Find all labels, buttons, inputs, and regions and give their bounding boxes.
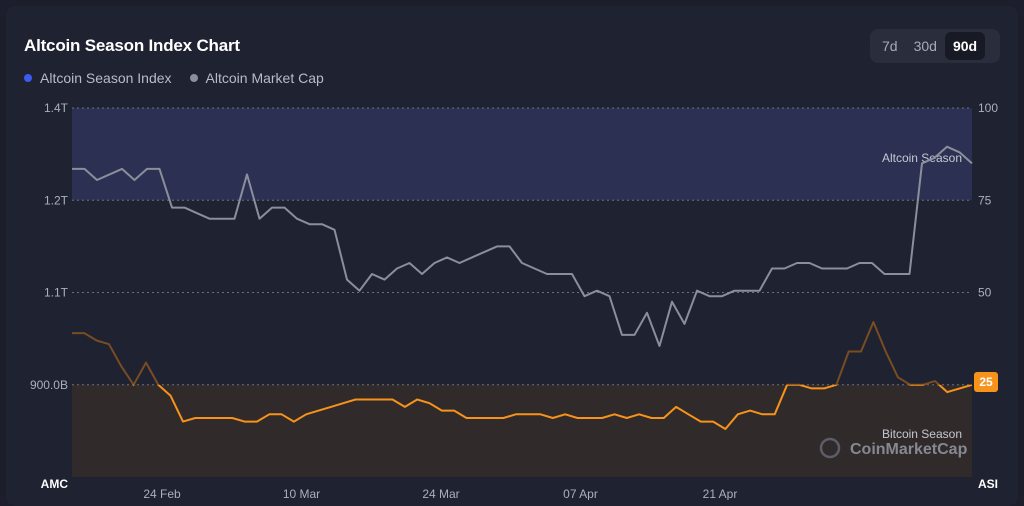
left-tick-label: 1.1T (44, 286, 69, 300)
x-tick-label: 10 Mar (283, 487, 320, 500)
band-label-bitcoin: Bitcoin Season (882, 427, 962, 441)
current-value-text: 25 (979, 375, 993, 389)
chart-plot: 1.4T 1.2T 1.1T 900.0B 100 75 50 25 AMC ASI 24 Feb 1… (30, 101, 998, 500)
x-tick-label: 07 Apr (563, 487, 598, 500)
x-tick-label: 21 Apr (703, 487, 738, 500)
x-tick-label: 24 Mar (422, 487, 459, 500)
right-axis-name: ASI (978, 477, 998, 491)
right-tick-label: 50 (978, 286, 992, 300)
left-tick-label: 1.4T (44, 101, 69, 115)
band-0 (72, 108, 972, 201)
left-tick-label: 1.2T (44, 193, 69, 207)
left-axis-name: AMC (41, 477, 69, 491)
right-tick-label: 100 (978, 101, 998, 115)
left-tick-label: 900.0B (30, 378, 68, 392)
x-tick-label: 24 Feb (143, 487, 181, 500)
band-1 (72, 384, 972, 477)
watermark-text: CoinMarketCap (850, 441, 968, 458)
right-tick-label: 75 (978, 193, 992, 207)
